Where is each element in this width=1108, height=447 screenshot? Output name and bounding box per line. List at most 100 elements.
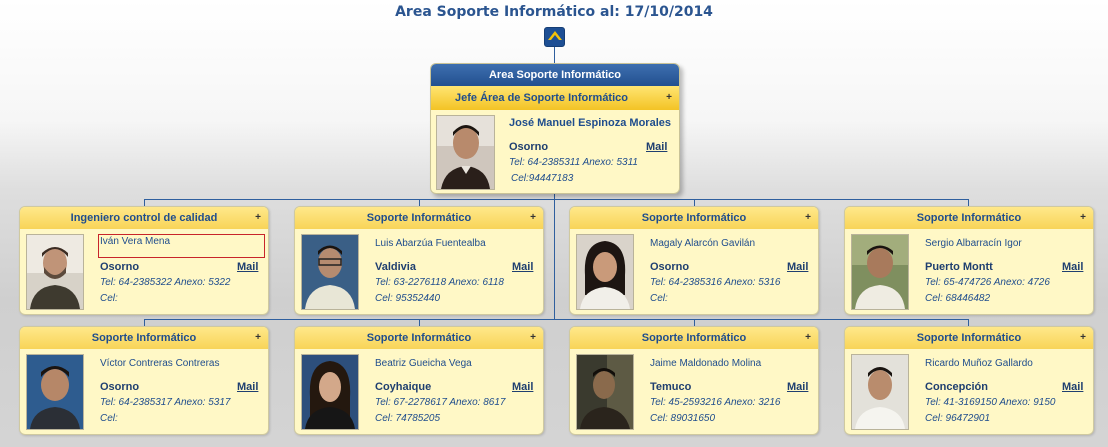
person-phone: Tel: 41-3169150 Anexo: 9150	[925, 397, 1056, 408]
role-header[interactable]: Ingeniero control de calidad +	[20, 207, 268, 229]
person-city: Osorno	[100, 261, 140, 273]
plus-icon[interactable]: +	[1080, 327, 1086, 349]
role-header[interactable]: Soporte Informático +	[295, 327, 543, 349]
avatar	[851, 354, 909, 430]
person-name[interactable]: Víctor Contreras Contreras	[100, 358, 220, 369]
person-city: Coyhaique	[375, 381, 432, 393]
role-header[interactable]: Jefe Área de Soporte Informático +	[431, 86, 679, 110]
mail-link[interactable]: Mail	[787, 261, 808, 273]
connector-line	[144, 319, 145, 326]
person-name[interactable]: Sergio Albarracín Igor	[925, 238, 1022, 249]
role-header[interactable]: Soporte Informático +	[570, 327, 818, 349]
role-label: Soporte Informático	[916, 212, 1022, 224]
person-phone: Tel: 64-2385311 Anexo: 5311	[509, 157, 638, 168]
avatar	[26, 354, 84, 430]
person-cellphone: Cel: 68446482	[925, 293, 991, 304]
avatar	[576, 354, 634, 430]
page-title: Area Soporte Informático al: 17/10/2014	[395, 4, 713, 20]
role-label: Soporte Informático	[641, 212, 747, 224]
role-header[interactable]: Soporte Informático +	[295, 207, 543, 229]
mail-link[interactable]: Mail	[1062, 261, 1083, 273]
avatar	[436, 115, 495, 190]
role-label: Soporte Informático	[641, 332, 747, 344]
person-cellphone: Cel: 74785205	[375, 413, 441, 424]
person-name[interactable]: Jaime Maldonado Molina	[650, 358, 761, 369]
person-phone: Tel: 64-2385316 Anexo: 5316	[650, 277, 781, 288]
person-cellphone: Cel:	[100, 413, 118, 424]
person-card: Soporte Informático + Sergio Albarracín I…	[844, 206, 1094, 315]
person-city: Temuco	[650, 381, 692, 393]
mail-link[interactable]: Mail	[237, 261, 258, 273]
person-phone: Tel: 67-2278617 Anexo: 8617	[375, 397, 506, 408]
role-label: Soporte Informático	[91, 332, 197, 344]
person-cellphone: Cel:94447183	[511, 173, 574, 184]
person-cellphone: Cel: 96472901	[925, 413, 991, 424]
plus-icon[interactable]: +	[255, 327, 261, 349]
person-name: José Manuel Espinoza Morales	[509, 117, 671, 129]
mail-link[interactable]: Mail	[512, 381, 533, 393]
person-cellphone: Cel: 89031650	[650, 413, 716, 424]
role-label: Ingeniero control de calidad	[70, 212, 218, 224]
plus-icon[interactable]: +	[255, 207, 261, 229]
person-city: Concepción	[925, 381, 988, 393]
plus-icon[interactable]: +	[530, 327, 536, 349]
mail-link[interactable]: Mail	[787, 381, 808, 393]
role-label: Soporte Informático	[366, 332, 472, 344]
role-header[interactable]: Soporte Informático +	[845, 207, 1093, 229]
person-name[interactable]: Beatriz Gueicha Vega	[375, 358, 472, 369]
role-header[interactable]: Soporte Informático +	[20, 327, 268, 349]
mail-link[interactable]: Mail	[512, 261, 533, 273]
person-phone: Tel: 65-474726 Anexo: 4726	[925, 277, 1050, 288]
person-card: Soporte Informático + Víctor Contreras Co…	[19, 326, 269, 435]
connector-line	[694, 199, 695, 206]
mail-link[interactable]: Mail	[1062, 381, 1083, 393]
connector-line	[968, 199, 969, 206]
person-name[interactable]: Iván Vera Mena	[100, 236, 170, 247]
person-phone: Tel: 63-2276118 Anexo: 6118	[375, 277, 504, 288]
person-cellphone: Cel:	[100, 293, 118, 304]
role-label: Soporte Informático	[916, 332, 1022, 344]
person-city: Osorno	[100, 381, 140, 393]
connector-line	[144, 199, 145, 206]
plus-icon[interactable]: +	[805, 207, 811, 229]
person-card: Soporte Informático + Luis Abarzúa Fuente…	[294, 206, 544, 315]
person-name[interactable]: Magaly Alarcón Gavilán	[650, 238, 755, 249]
connector-line	[419, 199, 420, 206]
person-card: Soporte Informático + Ricardo Muñoz Galla…	[844, 326, 1094, 435]
area-header: Area Soporte Informático	[431, 64, 679, 86]
connector-line	[694, 319, 695, 326]
person-card: Ingeniero control de calidad + Iván Vera …	[19, 206, 269, 315]
person-phone: Tel: 45-2593216 Anexo: 3216	[650, 397, 781, 408]
connector-line	[554, 192, 555, 320]
connector-line	[554, 47, 555, 64]
role-label: Jefe Área de Soporte Informático	[455, 92, 628, 104]
role-header[interactable]: Soporte Informático +	[845, 327, 1093, 349]
connector-line	[419, 319, 420, 326]
person-name[interactable]: Luis Abarzúa Fuentealba	[375, 238, 486, 249]
person-name[interactable]: Ricardo Muñoz Gallardo	[925, 358, 1033, 369]
person-cellphone: Cel:	[650, 293, 668, 304]
role-label: Soporte Informático	[366, 212, 472, 224]
person-card: Soporte Informático + Jaime Maldonado Mol…	[569, 326, 819, 435]
mail-link[interactable]: Mail	[646, 141, 667, 153]
avatar	[301, 234, 359, 310]
plus-icon[interactable]: +	[666, 86, 672, 110]
head-org-card: Area Soporte Informático Jefe Área de So…	[430, 63, 680, 194]
plus-icon[interactable]: +	[805, 327, 811, 349]
mail-link[interactable]: Mail	[237, 381, 258, 393]
person-city: Puerto Montt	[925, 261, 993, 273]
plus-icon[interactable]: +	[530, 207, 536, 229]
connector-line	[968, 319, 969, 326]
avatar	[851, 234, 909, 310]
avatar	[301, 354, 359, 430]
person-phone: Tel: 64-2385317 Anexo: 5317	[100, 397, 231, 408]
avatar	[576, 234, 634, 310]
person-city: Osorno	[650, 261, 690, 273]
collapse-up-button[interactable]	[544, 27, 565, 47]
connector-line	[144, 199, 969, 200]
person-city: Osorno	[509, 141, 549, 153]
person-city: Valdivia	[375, 261, 416, 273]
person-card: Soporte Informático + Magaly Alarcón Gavi…	[569, 206, 819, 315]
role-header[interactable]: Soporte Informático +	[570, 207, 818, 229]
plus-icon[interactable]: +	[1080, 207, 1086, 229]
